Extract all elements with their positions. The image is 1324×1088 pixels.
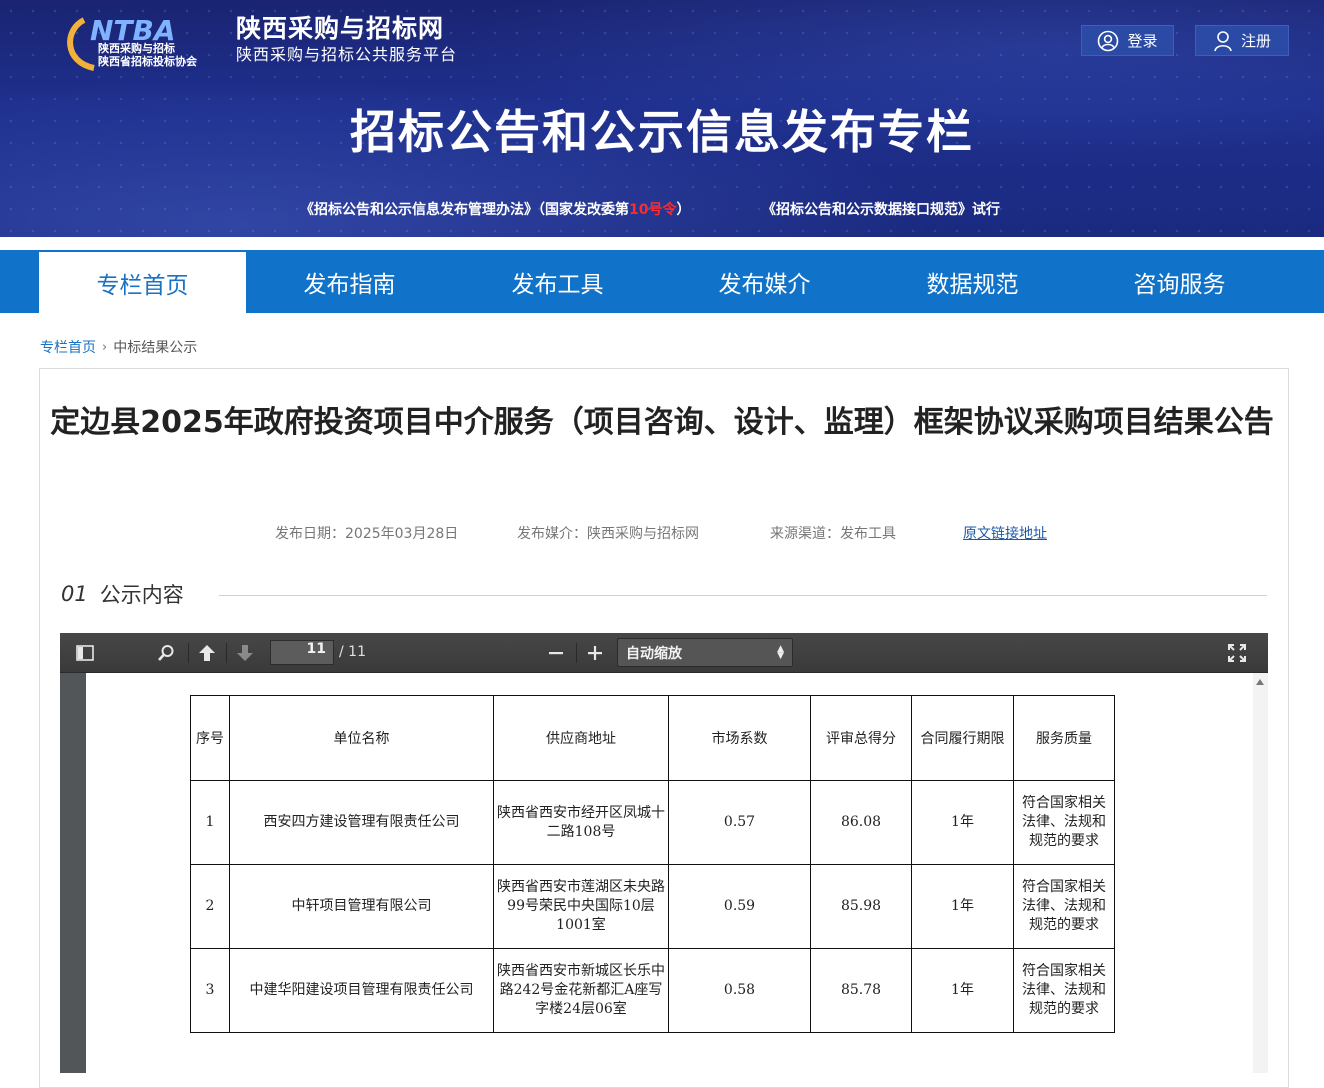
cell-term: 1年 <box>911 864 1014 949</box>
login-button[interactable]: 登录 <box>1081 25 1174 56</box>
next-page-icon[interactable] <box>231 640 259 666</box>
user-circle-icon <box>1098 30 1119 51</box>
table-header-row: 序号 单位名称 供应商地址 市场系数 评审总得分 合同履行期限 服务质量 <box>190 695 1115 781</box>
page-total: / 11 <box>339 644 366 660</box>
cell-quality: 符合国家相关法律、法规和规范的要求 <box>1013 780 1115 865</box>
cell-company: 西安四方建设管理有限责任公司 <box>229 780 494 865</box>
site-logo[interactable]: NTBA 陕西采购与招标 陕西省招标投标协会 <box>64 10 234 72</box>
publish-date: 发布日期：2025年03月28日 <box>275 526 459 542</box>
cell-quality: 符合国家相关法律、法规和规范的要求 <box>1013 864 1115 949</box>
col-header-address: 供应商地址 <box>493 695 669 781</box>
page-number-input[interactable]: 11 <box>270 640 334 665</box>
nav-item-home[interactable]: 专栏首页 <box>39 252 246 313</box>
cell-coefficient: 0.57 <box>668 780 811 865</box>
section-label: 公示内容 <box>99 583 184 607</box>
source-channel: 来源渠道：发布工具 <box>770 526 896 542</box>
cell-coefficient: 0.58 <box>668 948 811 1033</box>
section-number: 01 <box>61 582 88 606</box>
regulation-number: 10号令 <box>629 202 677 218</box>
nav-item-tools[interactable]: 发布工具 <box>454 250 661 313</box>
pdf-page: 序号 单位名称 供应商地址 市场系数 评审总得分 合同履行期限 服务质量 1 西… <box>86 673 1253 1073</box>
previous-page-icon[interactable] <box>193 640 221 666</box>
article-title: 定边县2025年政府投资项目中介服务（项目咨询、设计、监理）框架协议采购项目结果… <box>50 405 1274 440</box>
site-name-block: 陕西采购与招标网 陕西采购与招标公共服务平台 <box>236 14 457 66</box>
breadcrumb: 专栏首页 › 中标结果公示 <box>40 337 197 357</box>
section-heading: 01 公示内容 <box>61 579 184 609</box>
user-icon <box>1214 30 1232 51</box>
pdf-toolbar: 11 / 11 自动缩放 ▲ ▼ <box>60 633 1268 673</box>
breadcrumb-home-link[interactable]: 专栏首页 <box>40 337 96 357</box>
search-icon[interactable] <box>152 640 180 666</box>
spec-link[interactable]: 《招标公告和公示数据接口规范》试行 <box>762 199 1000 219</box>
table-row: 1 西安四方建设管理有限责任公司 陕西省西安市经开区凤城十二路108号 0.57… <box>190 780 1115 865</box>
cell-score: 85.98 <box>810 864 912 949</box>
cell-company: 中轩项目管理有限公司 <box>229 864 494 949</box>
chevron-right-icon: › <box>102 339 108 355</box>
cell-index: 2 <box>190 864 230 949</box>
col-header-score: 评审总得分 <box>810 695 912 781</box>
cell-term: 1年 <box>911 948 1014 1033</box>
register-label: 注册 <box>1240 32 1271 50</box>
section-divider <box>219 595 1267 596</box>
main-nav: 专栏首页 发布指南 发布工具 发布媒介 数据规范 咨询服务 <box>0 250 1324 313</box>
nav-item-media[interactable]: 发布媒介 <box>661 250 868 313</box>
select-arrows-icon: ▲ ▼ <box>777 644 784 661</box>
regulation-link[interactable]: 《招标公告和公示信息发布管理办法》（国家发改委第10号令） <box>300 199 690 219</box>
register-button[interactable]: 注册 <box>1195 25 1289 56</box>
breadcrumb-current: 中标结果公示 <box>113 340 198 356</box>
scroll-up-icon[interactable] <box>1256 679 1264 685</box>
col-header-coefficient: 市场系数 <box>668 695 811 781</box>
cell-address: 陕西省西安市莲湖区未央路99号荣民中央国际10层1001室 <box>493 864 669 949</box>
cell-address: 陕西省西安市新城区长乐中路242号金花新都汇A座写字楼24层06室 <box>493 948 669 1033</box>
zoom-value: 自动缩放 <box>626 645 682 662</box>
cell-quality: 符合国家相关法律、法规和规范的要求 <box>1013 948 1115 1033</box>
zoom-out-icon[interactable] <box>542 640 570 666</box>
publish-media: 发布媒介：陕西采购与招标网 <box>517 526 699 542</box>
cell-index: 3 <box>190 948 230 1033</box>
cell-score: 86.08 <box>810 780 912 865</box>
col-header-term: 合同履行期限 <box>911 695 1014 781</box>
nav-item-guide[interactable]: 发布指南 <box>246 250 453 313</box>
site-subtitle: 陕西采购与招标公共服务平台 <box>236 45 458 64</box>
cell-term: 1年 <box>911 780 1014 865</box>
col-header-quality: 服务质量 <box>1013 695 1115 781</box>
cell-score: 85.78 <box>810 948 912 1033</box>
zoom-in-icon[interactable] <box>581 640 609 666</box>
zoom-select[interactable]: 自动缩放 ▲ ▼ <box>617 638 793 667</box>
header-banner: NTBA 陕西采购与招标 陕西省招标投标协会 陕西采购与招标网 陕西采购与招标公… <box>0 0 1324 237</box>
site-name: 陕西采购与招标网 <box>236 14 445 43</box>
pdf-viewer: 11 / 11 自动缩放 ▲ ▼ 序号 单位名称 供应商地址 市场系数 评审总得… <box>60 633 1268 1073</box>
table-row: 2 中轩项目管理有限公司 陕西省西安市莲湖区未央路99号荣民中央国际10层100… <box>190 864 1115 949</box>
result-table: 序号 单位名称 供应商地址 市场系数 评审总得分 合同履行期限 服务质量 1 西… <box>190 695 1115 1033</box>
fullscreen-icon[interactable] <box>1223 640 1251 666</box>
login-label: 登录 <box>1127 32 1158 50</box>
nav-item-data-spec[interactable]: 数据规范 <box>869 250 1076 313</box>
cell-coefficient: 0.59 <box>668 864 811 949</box>
banner-title: 招标公告和公示信息发布专栏 <box>350 105 974 159</box>
cell-index: 1 <box>190 780 230 865</box>
table-row: 3 中建华阳建设项目管理有限责任公司 陕西省西安市新城区长乐中路242号金花新都… <box>190 948 1115 1033</box>
svg-text:陕西省招标投标协会: 陕西省招标投标协会 <box>98 54 198 68</box>
svg-text:陕西采购与招标: 陕西采购与招标 <box>98 41 175 55</box>
col-header-index: 序号 <box>190 695 230 781</box>
sidebar-toggle-icon[interactable] <box>71 640 99 666</box>
col-header-company: 单位名称 <box>229 695 494 781</box>
original-link[interactable]: 原文链接地址 <box>963 523 1047 543</box>
cell-address: 陕西省西安市经开区凤城十二路108号 <box>493 780 669 865</box>
cell-company: 中建华阳建设项目管理有限责任公司 <box>229 948 494 1033</box>
nav-item-consulting[interactable]: 咨询服务 <box>1076 250 1283 313</box>
pdf-scrollbar[interactable] <box>1253 673 1268 1073</box>
